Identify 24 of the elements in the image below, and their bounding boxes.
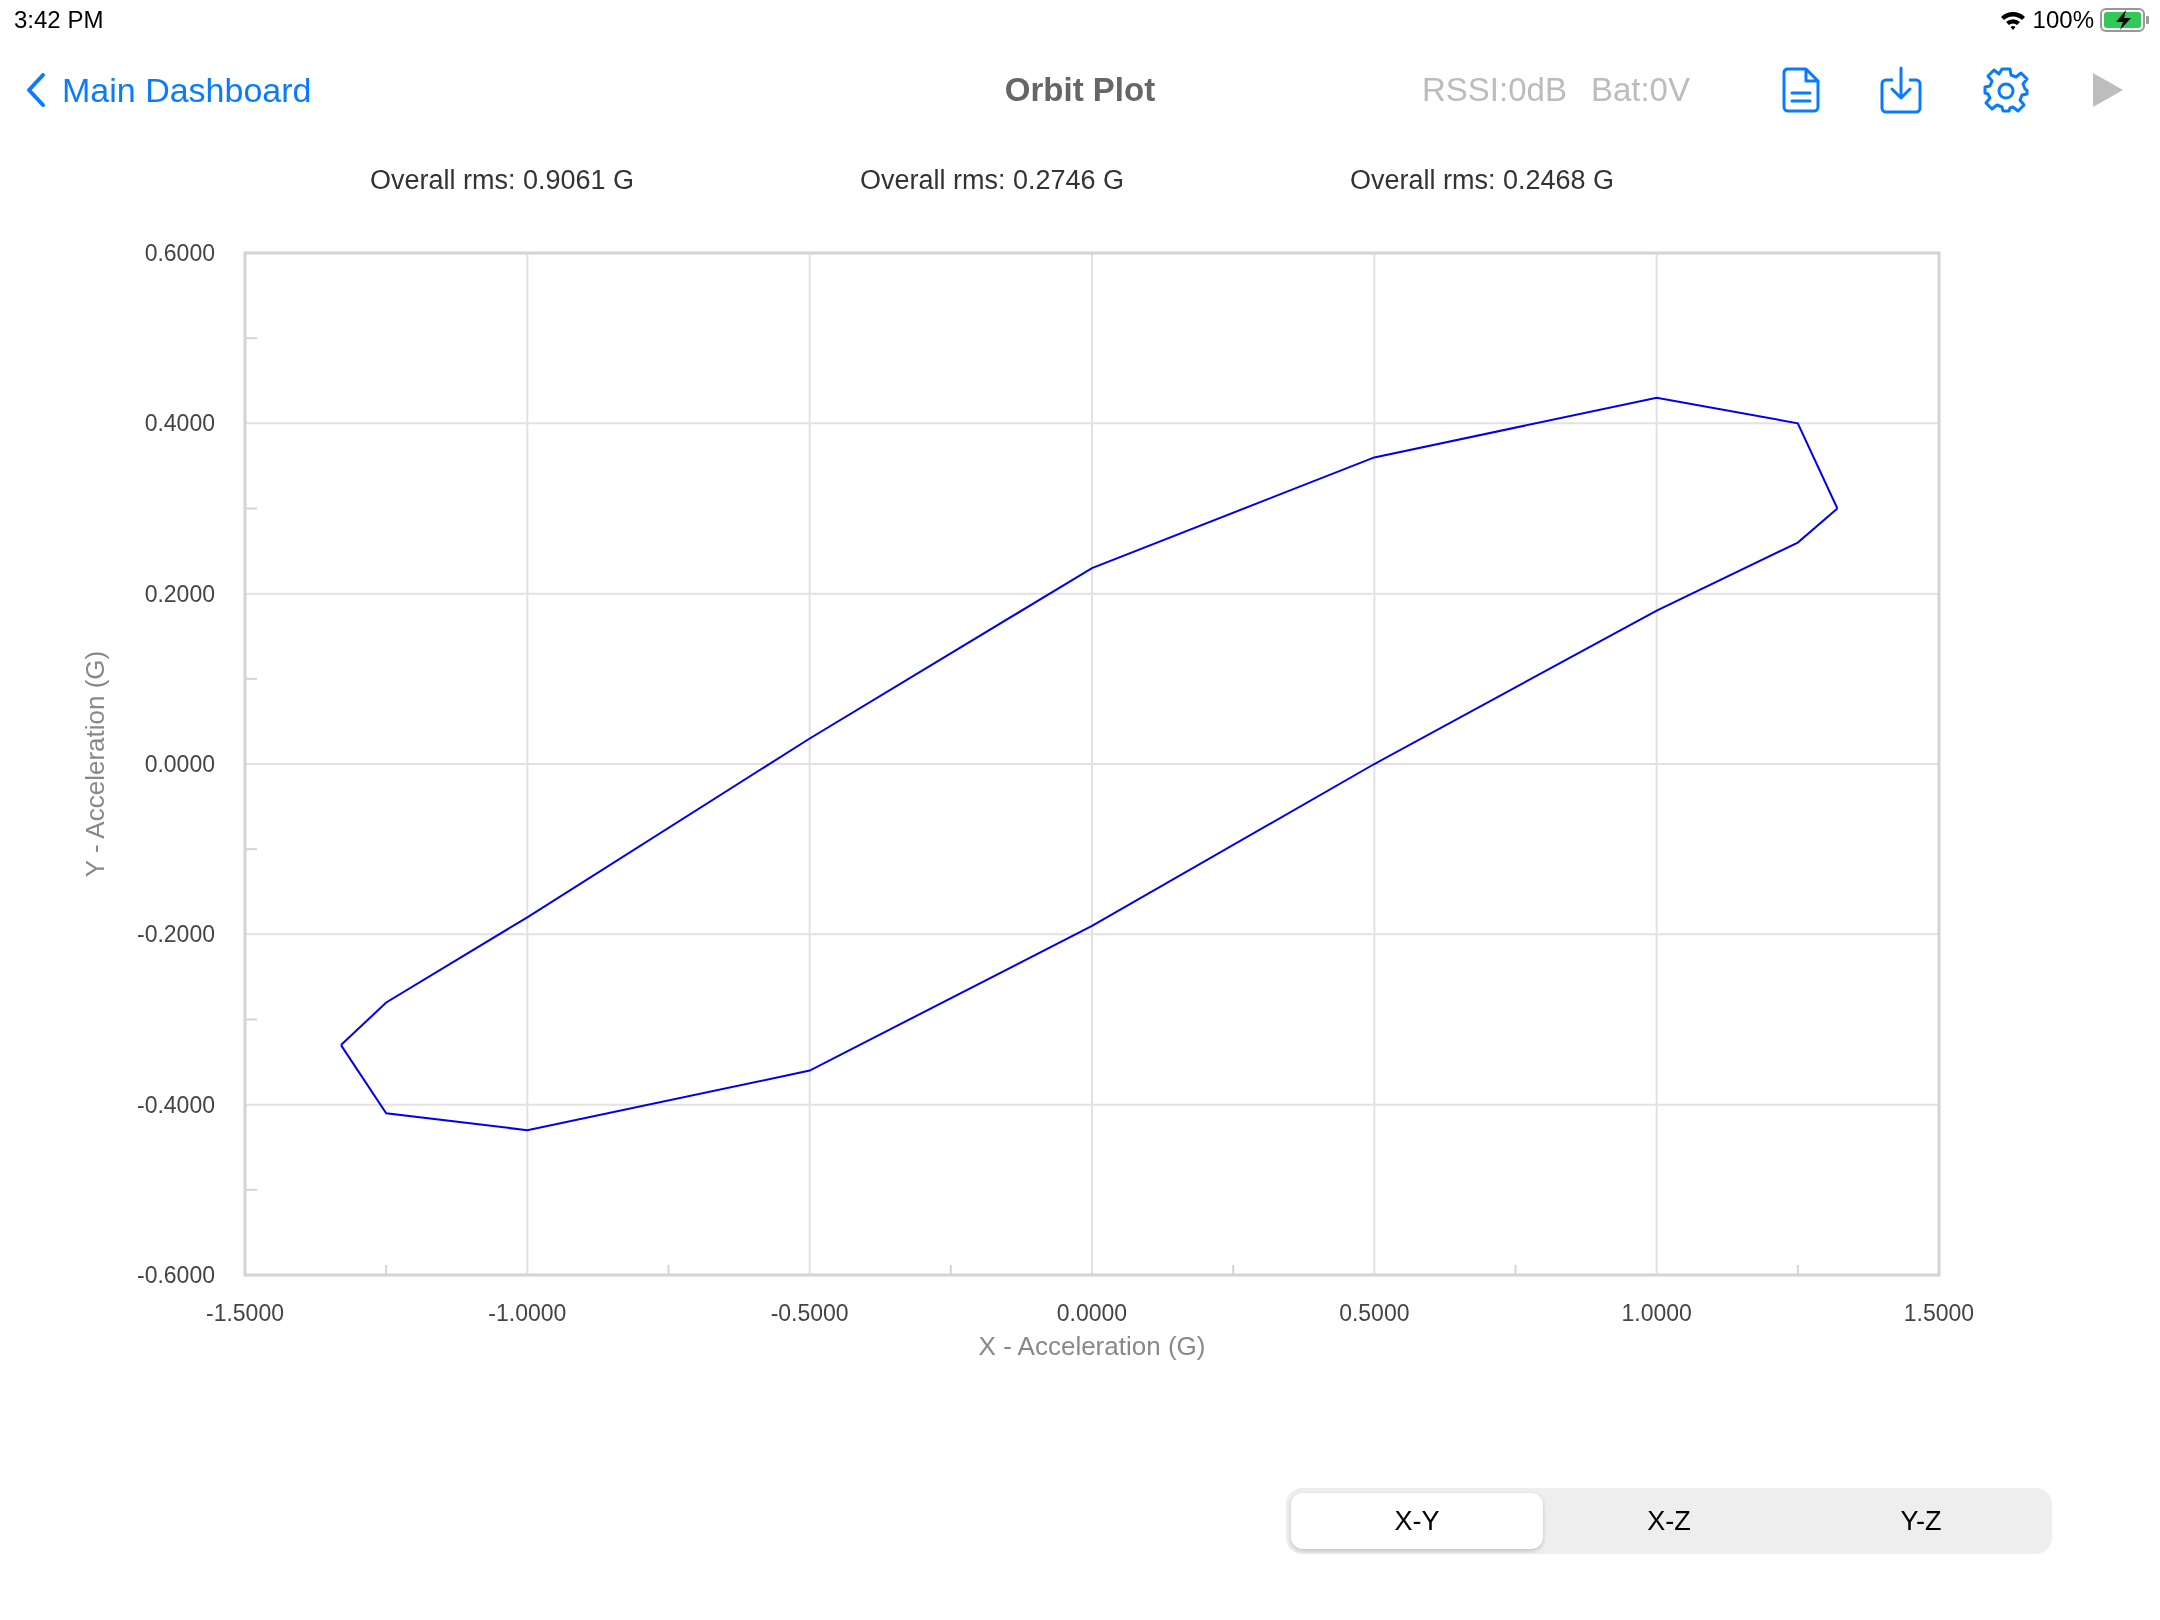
x-tick-label: -0.5000 (770, 1300, 849, 1326)
x-tick-label: 0.0000 (1056, 1300, 1128, 1326)
y-tick-label: -0.2000 (137, 921, 215, 948)
y-tick-label: 0.0000 (144, 751, 215, 777)
battery-percent: 100% (2032, 6, 2094, 34)
y-tick-label: 0.6000 (144, 240, 215, 266)
battery-voltage: Bat:0V (1590, 71, 1690, 109)
x-tick-label: 0.5000 (1339, 1300, 1410, 1326)
x-tick-label: 1.5000 (1903, 1300, 1975, 1326)
y-tick-label: 0.2000 (144, 580, 215, 607)
rms-reading: Overall rms: 0.9061 G (369, 164, 635, 196)
x-tick-label: -1.0000 (488, 1300, 567, 1326)
page-title: Orbit Plot (1004, 71, 1156, 109)
status-time: 3:42 PM (14, 6, 104, 34)
y-axis-title: Y - Acceleration (G) (80, 650, 110, 878)
x-tick-label: -1.5000 (206, 1300, 284, 1326)
y-tick-label: -0.4000 (137, 1091, 215, 1118)
rms-reading: Overall rms: 0.2468 G (1349, 164, 1615, 196)
rssi-reading: RSSI:0dB (1422, 71, 1567, 109)
y-tick-label: -0.6000 (137, 1262, 215, 1288)
x-tick-label: 1.0000 (1621, 1300, 1692, 1326)
y-tick-label: 0.4000 (144, 410, 215, 437)
rms-reading: Overall rms: 0.2746 G (859, 164, 1125, 196)
x-axis-title: X - Acceleration (G) (978, 1331, 1206, 1361)
